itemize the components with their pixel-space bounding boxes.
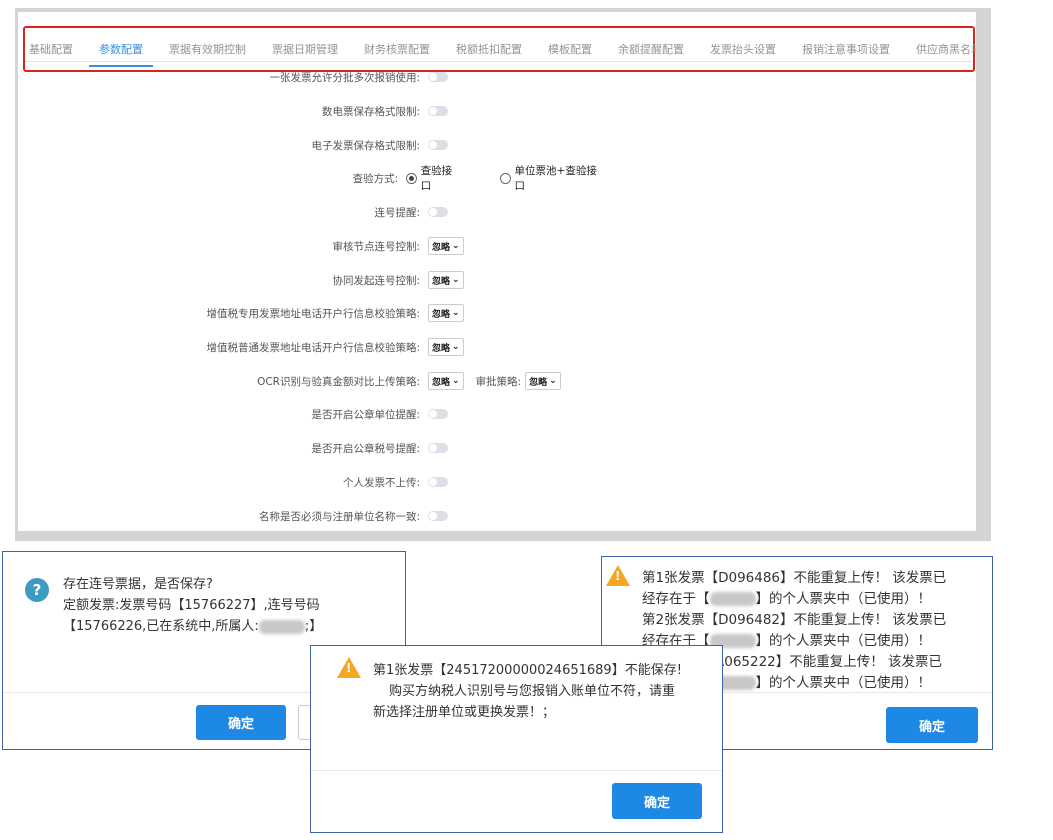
dialog-message: 经存在于【】的个人票夹中（已使用）！ — [642, 591, 931, 607]
dialog-message: 存在连号票据，是否保存? — [63, 577, 213, 592]
select[interactable]: 忽略 ⌄ — [428, 237, 464, 255]
radio-check-api[interactable]: 查验接口 — [406, 163, 460, 193]
label: 查验方式: — [352, 172, 399, 185]
toggle-switch[interactable] — [428, 207, 448, 217]
warning-icon: ! — [606, 565, 630, 586]
dialog-message: 第1张发票【24517200000024651689】不能保存! — [373, 663, 682, 678]
label: 是否开启公章税号提醒: — [311, 442, 420, 455]
toggle-switch[interactable] — [428, 511, 448, 521]
tab-header[interactable]: 发票抬头设置 — [708, 35, 778, 63]
tab-template[interactable]: 模板配置 — [546, 35, 594, 63]
save-error-dialog: ! 第1张发票【24517200000024651689】不能保存! 购买方纳税… — [310, 645, 723, 833]
label: 是否开启公章单位提醒: — [311, 408, 420, 421]
ok-button[interactable]: 确定 — [196, 705, 286, 740]
tab-bar: 基础配置 参数配置 票据有效期控制 票据日期管理 财务核票配置 税额抵扣配置 模… — [23, 26, 976, 72]
ok-button[interactable]: 确定 — [612, 783, 702, 819]
label: 连号提醒: — [374, 206, 420, 219]
form-row: 增值税专用发票地址电话开户行信息校验策略: 忽略 ⌄ — [18, 303, 638, 323]
dialog-message: 定额发票:发票号码【15766227】,连号号码 — [63, 598, 320, 613]
label: 电子发票保存格式限制: — [311, 139, 420, 152]
label: 数电票保存格式限制: — [321, 105, 420, 118]
tab-date[interactable]: 票据日期管理 — [270, 35, 340, 63]
form-row: 个人发票不上传: — [18, 472, 638, 492]
form-row: 协同发起连号控制: 忽略 ⌄ — [18, 270, 638, 290]
tab-blacklist[interactable]: 供应商黑名单管理 — [914, 35, 976, 63]
form-row: 审核节点连号控制: 忽略 ⌄ — [18, 236, 638, 256]
toggle-switch[interactable] — [428, 409, 448, 419]
label: 增值税专用发票地址电话开户行信息校验策略: — [206, 307, 420, 320]
radio-pool-api[interactable]: 单位票池+查验接口 — [500, 163, 602, 193]
settings-panel: 基础配置 参数配置 票据有效期控制 票据日期管理 财务核票配置 税额抵扣配置 模… — [15, 8, 991, 541]
label: 审核节点连号控制: — [332, 240, 420, 253]
label: 一张发票允许分批多次报销使用: — [269, 71, 420, 84]
label: 审批策略: — [475, 375, 522, 388]
label: 个人发票不上传: — [342, 476, 420, 489]
form-row: 一张发票允许分批多次报销使用: — [18, 67, 638, 87]
toggle-switch[interactable] — [428, 443, 448, 453]
select[interactable]: 忽略 ⌄ — [428, 372, 464, 390]
form-row: 查验方式: 查验接口 单位票池+查验接口 — [18, 165, 638, 192]
form-row: 增值税普通发票地址电话开户行信息校验策略: 忽略 ⌄ — [18, 337, 638, 357]
label: OCR识别与验真金额对比上传策略: — [257, 375, 420, 388]
label: 名称是否必须与注册单位名称一致: — [258, 510, 420, 523]
label: 协同发起连号控制: — [332, 274, 420, 287]
form-row: 是否开启公章税号提醒: — [18, 438, 638, 458]
dialog-message: 购买方纳税人识别号与您报销入账单位不符，请重 — [389, 684, 676, 699]
tab-validity[interactable]: 票据有效期控制 — [167, 35, 248, 63]
ok-button[interactable]: 确定 — [886, 707, 978, 743]
tab-finance[interactable]: 财务核票配置 — [362, 35, 432, 63]
tab-tax[interactable]: 税额抵扣配置 — [454, 35, 524, 63]
toggle-switch[interactable] — [428, 106, 448, 116]
warning-icon: ! — [337, 657, 361, 678]
form-row: 名称是否必须与注册单位名称一致: — [18, 506, 638, 526]
select[interactable]: 忽略 ⌄ — [428, 271, 464, 289]
select[interactable]: 忽略 ⌄ — [428, 338, 464, 356]
dialog-message: 【15766226,已在系统中,所属人:;】 — [63, 619, 323, 634]
form-row: OCR识别与验真金额对比上传策略: 忽略 ⌄ 审批策略: 忽略 ⌄ — [18, 371, 638, 391]
label: 增值税普通发票地址电话开户行信息校验策略: — [206, 341, 420, 354]
question-icon: ? — [25, 578, 49, 602]
form-row: 连号提醒: — [18, 202, 638, 222]
form-row: 是否开启公章单位提醒: — [18, 404, 638, 424]
tab-params[interactable]: 参数配置 — [89, 35, 153, 67]
tab-notes[interactable]: 报销注意事项设置 — [800, 35, 892, 63]
tab-balance[interactable]: 余额提醒配置 — [616, 35, 686, 63]
toggle-switch[interactable] — [428, 477, 448, 487]
form-row: 数电票保存格式限制: — [18, 101, 638, 121]
form-row: 电子发票保存格式限制: — [18, 135, 638, 155]
toggle-switch[interactable] — [428, 72, 448, 82]
tab-basic[interactable]: 基础配置 — [27, 35, 75, 63]
toggle-switch[interactable] — [428, 140, 448, 150]
select[interactable]: 忽略 ⌄ — [525, 372, 561, 390]
select[interactable]: 忽略 ⌄ — [428, 304, 464, 322]
dialog-message: 第2张发票【D096482】不能重复上传！ 该发票已 — [642, 612, 947, 628]
dialog-message: 第1张发票【D096486】不能重复上传！ 该发票已 — [642, 570, 947, 586]
dialog-message: 新选择注册单位或更换发票！； — [373, 705, 556, 720]
